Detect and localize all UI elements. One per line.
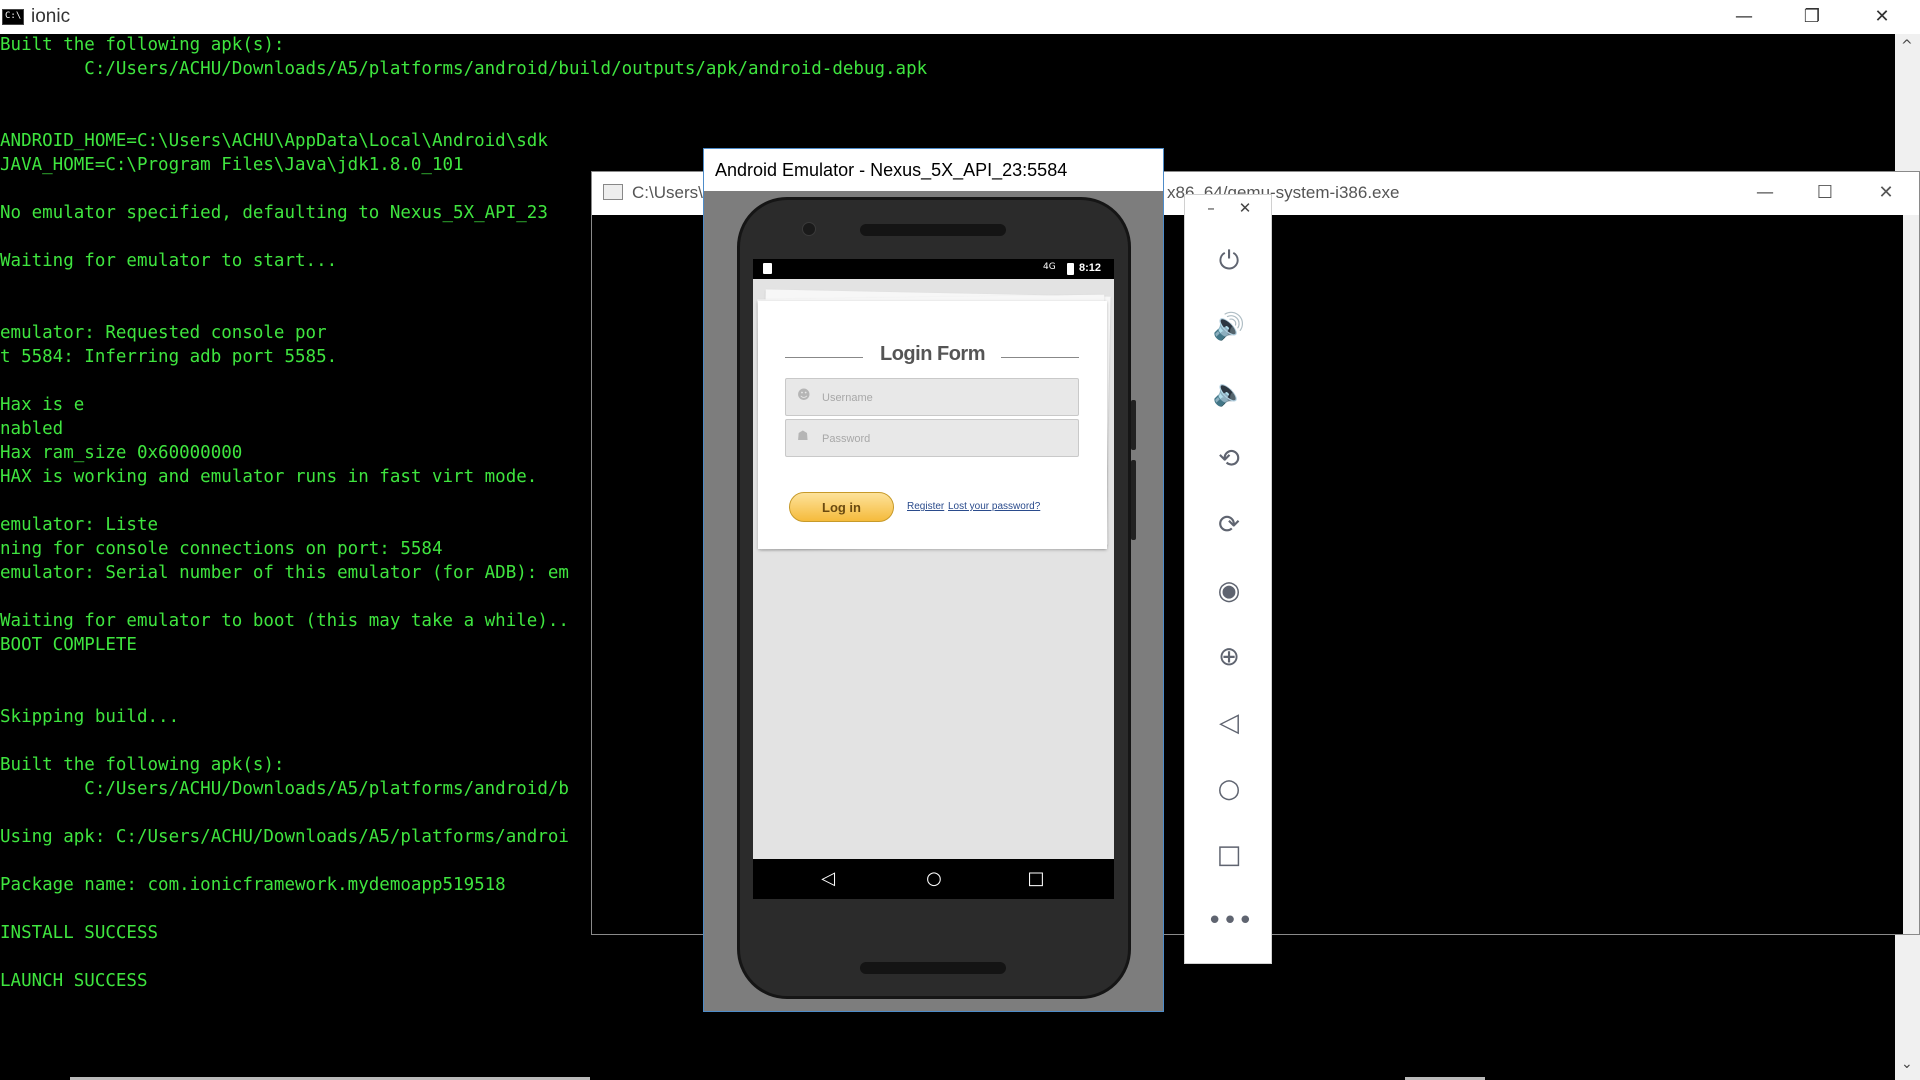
emulator-title: Android Emulator - Nexus_5X_API_23:5584 <box>715 160 1068 180</box>
android-nav-bar: ◁ ○ □ <box>753 859 1114 899</box>
phone-side-button <box>1131 400 1136 450</box>
scroll-down-icon[interactable]: ⌄ <box>1901 1056 1913 1072</box>
rotate-left-icon[interactable]: ⟲ <box>1207 437 1251 481</box>
login-title: Login Form <box>880 343 985 365</box>
emulator-window: Android Emulator - Nexus_5X_API_23:5584 … <box>703 148 1164 1012</box>
toolbar-minimize-button[interactable]: – <box>1199 199 1223 219</box>
sd-card-icon <box>763 263 772 274</box>
scroll-up-icon[interactable]: ^ <box>1901 38 1913 54</box>
restore-button[interactable]: ❐ <box>1778 0 1846 34</box>
zoom-icon[interactable]: ⊕ <box>1207 635 1251 679</box>
emulator-titlebar[interactable]: Android Emulator - Nexus_5X_API_23:5584 <box>704 149 1163 191</box>
nav-home-icon[interactable]: ○ <box>919 867 949 891</box>
qemu-app-icon <box>603 184 623 200</box>
status-time: 8:12 <box>1079 262 1102 274</box>
console-line: C:/Users/ACHU/Downloads/A5/platforms/and… <box>0 59 928 79</box>
qemu-close-button[interactable]: ✕ <box>1856 176 1916 210</box>
password-field[interactable]: ☗ <box>785 419 1079 458</box>
bottom-speaker <box>860 962 1006 974</box>
close-button[interactable]: ✕ <box>1848 0 1916 34</box>
qemu-scrollbar[interactable] <box>1903 215 1919 934</box>
register-link[interactable]: Register <box>907 501 944 512</box>
console-title: ionic <box>31 6 71 27</box>
username-field[interactable]: ☻ <box>785 378 1079 417</box>
phone-frame: 4G 8:12 Login Form ☻ ☗ <box>737 197 1136 999</box>
app-content: Login Form ☻ ☗ Log in Register Lost your… <box>753 279 1114 859</box>
qemu-title-left: C:\Users\ <box>632 183 703 202</box>
toolbar-close-button[interactable]: ✕ <box>1233 199 1257 219</box>
android-status-bar: 4G 8:12 <box>753 259 1114 279</box>
user-icon: ☻ <box>797 388 811 403</box>
console-app-icon: C:\ <box>2 9 24 25</box>
lost-password-link[interactable]: Lost your password? <box>948 501 1040 512</box>
nav-back-icon[interactable]: ◁ <box>813 867 843 891</box>
front-camera <box>802 222 816 236</box>
battery-icon <box>1067 263 1074 275</box>
back-icon[interactable]: ◁ <box>1207 701 1251 745</box>
minimize-button[interactable]: — <box>1710 0 1778 34</box>
phone-volume-rocker <box>1131 460 1136 540</box>
volume-down-icon[interactable]: 🔈 <box>1207 371 1251 415</box>
phone-screen[interactable]: 4G 8:12 Login Form ☻ ☗ <box>753 259 1114 899</box>
volume-up-icon[interactable]: 🔊 <box>1207 305 1251 349</box>
console-line: Built the following apk(s): <box>0 35 285 55</box>
qemu-minimize-button[interactable]: — <box>1735 176 1795 210</box>
nav-overview-icon[interactable]: □ <box>1021 867 1051 891</box>
lock-icon: ☗ <box>797 429 809 444</box>
signal-icon: 4G <box>1043 262 1056 272</box>
qemu-maximize-button[interactable]: ☐ <box>1795 176 1855 210</box>
home-icon[interactable]: ○ <box>1207 767 1251 811</box>
overview-icon[interactable]: □ <box>1207 833 1251 877</box>
top-speaker <box>860 224 1006 236</box>
more-icon[interactable]: ••• <box>1207 899 1253 943</box>
console-titlebar[interactable]: C:\ ionic — ❐ ✕ <box>0 0 1920 34</box>
login-button[interactable]: Log in <box>789 492 894 522</box>
login-card: Login Form ☻ ☗ Log in Register Lost your… <box>758 301 1107 549</box>
username-input[interactable] <box>820 379 1074 417</box>
power-icon[interactable]: ⏻ <box>1207 239 1251 283</box>
emulator-toolbar: – ✕ ⏻ 🔊 🔈 ⟲ ⟳ ◉ ⊕ ◁ ○ □ ••• <box>1184 194 1272 964</box>
camera-icon[interactable]: ◉ <box>1207 569 1251 613</box>
rotate-right-icon[interactable]: ⟳ <box>1207 503 1251 547</box>
password-input[interactable] <box>820 420 1074 458</box>
